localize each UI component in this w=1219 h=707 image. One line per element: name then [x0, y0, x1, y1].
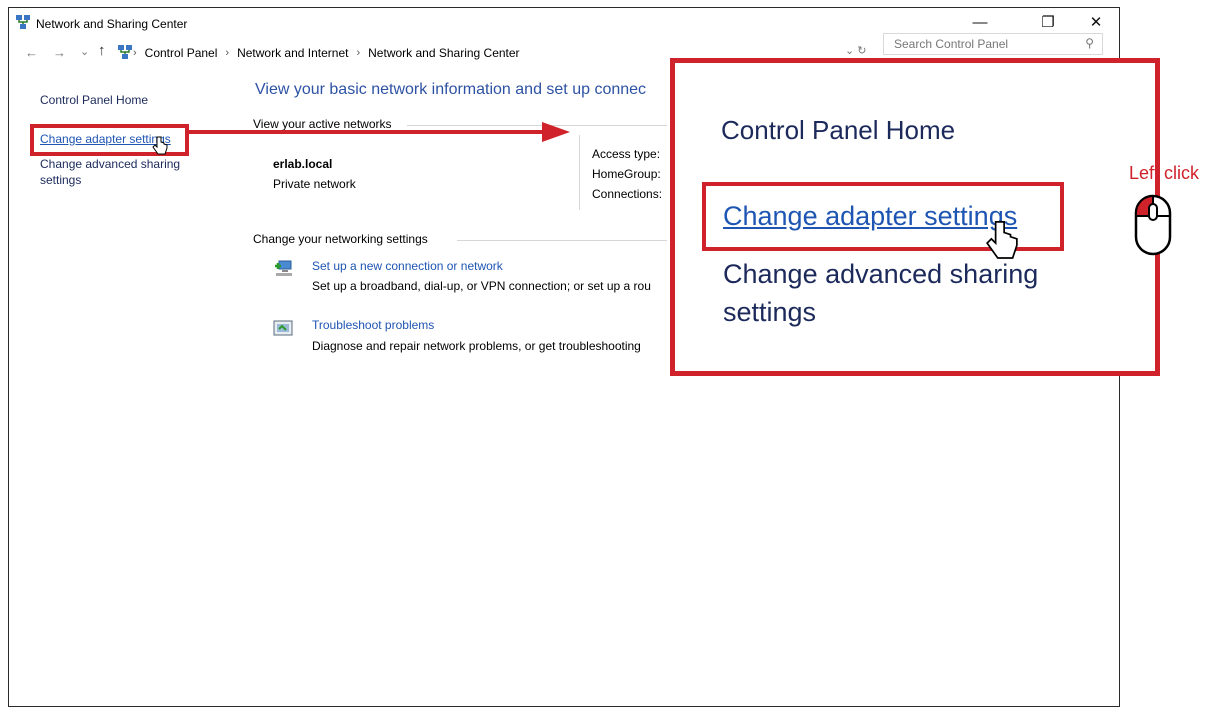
- window-title: Network and Sharing Center: [36, 17, 188, 31]
- divider: [579, 135, 580, 210]
- access-type-label: Access type:: [592, 147, 661, 161]
- divider: [407, 125, 667, 126]
- connections-label: Connections:: [592, 187, 663, 201]
- recent-locations-icon[interactable]: ⌄: [80, 45, 89, 58]
- breadcrumb-separator: ›: [356, 47, 361, 59]
- search-placeholder: Search Control Panel: [894, 37, 1009, 51]
- hand-cursor-icon: [152, 136, 168, 161]
- network-type: Private network: [273, 177, 356, 191]
- callout-arrow-head: [542, 122, 570, 142]
- mouse-left-click-icon: [1134, 194, 1172, 261]
- left-click-label: Left click: [1129, 163, 1200, 183]
- sidebar-control-panel-home[interactable]: Control Panel Home: [40, 93, 148, 107]
- troubleshoot-link[interactable]: Troubleshoot problems: [312, 318, 434, 332]
- close-button[interactable]: ✕: [1081, 12, 1111, 34]
- back-icon[interactable]: ←: [25, 45, 38, 60]
- zoom-callout: Control Panel Home Change adapter settin…: [670, 58, 1160, 376]
- active-networks-label: View your active networks: [253, 117, 392, 131]
- breadcrumb-separator: ›: [225, 47, 230, 59]
- breadcrumb: › Control Panel › Network and Internet ›…: [133, 46, 520, 60]
- search-icon[interactable]: ⚲: [1085, 36, 1094, 50]
- zoom-advanced-line2: settings: [723, 297, 817, 327]
- zoom-hand-cursor-icon: [985, 219, 1019, 268]
- setup-connection-desc: Set up a broadband, dial-up, or VPN conn…: [312, 279, 651, 293]
- homegroup-label: HomeGroup:: [592, 167, 661, 181]
- control-panel-icon: [117, 44, 133, 63]
- troubleshoot-desc: Diagnose and repair network problems, or…: [312, 339, 641, 353]
- page-heading: View your basic network information and …: [255, 81, 647, 98]
- minimize-button[interactable]: —: [965, 12, 995, 34]
- restore-button[interactable]: ❐: [1033, 12, 1063, 34]
- troubleshoot-icon: [273, 320, 293, 343]
- breadcrumb-network-internet[interactable]: Network and Internet: [237, 46, 348, 60]
- forward-icon[interactable]: →: [53, 45, 66, 60]
- network-name: erlab.local: [273, 157, 333, 171]
- zoom-control-panel-home: Control Panel Home: [721, 115, 956, 145]
- address-dropdown-refresh[interactable]: ⌄ ↻: [845, 44, 867, 57]
- change-settings-label: Change your networking settings: [253, 232, 428, 246]
- divider: [457, 240, 667, 241]
- new-connection-icon: [273, 258, 295, 283]
- network-icon: [15, 14, 31, 35]
- breadcrumb-network-sharing-center[interactable]: Network and Sharing Center: [368, 46, 519, 60]
- setup-connection-link[interactable]: Set up a new connection or network: [312, 259, 503, 273]
- callout-arrow-line: [186, 130, 546, 134]
- search-input[interactable]: Search Control Panel ⚲: [883, 33, 1103, 55]
- breadcrumb-control-panel[interactable]: Control Panel: [145, 46, 218, 60]
- up-icon[interactable]: ↑: [98, 42, 106, 59]
- breadcrumb-separator: ›: [133, 47, 137, 59]
- zoom-change-adapter-settings[interactable]: Change adapter settings: [723, 201, 1017, 232]
- sidebar-change-advanced-sharing-line2[interactable]: settings: [40, 173, 81, 187]
